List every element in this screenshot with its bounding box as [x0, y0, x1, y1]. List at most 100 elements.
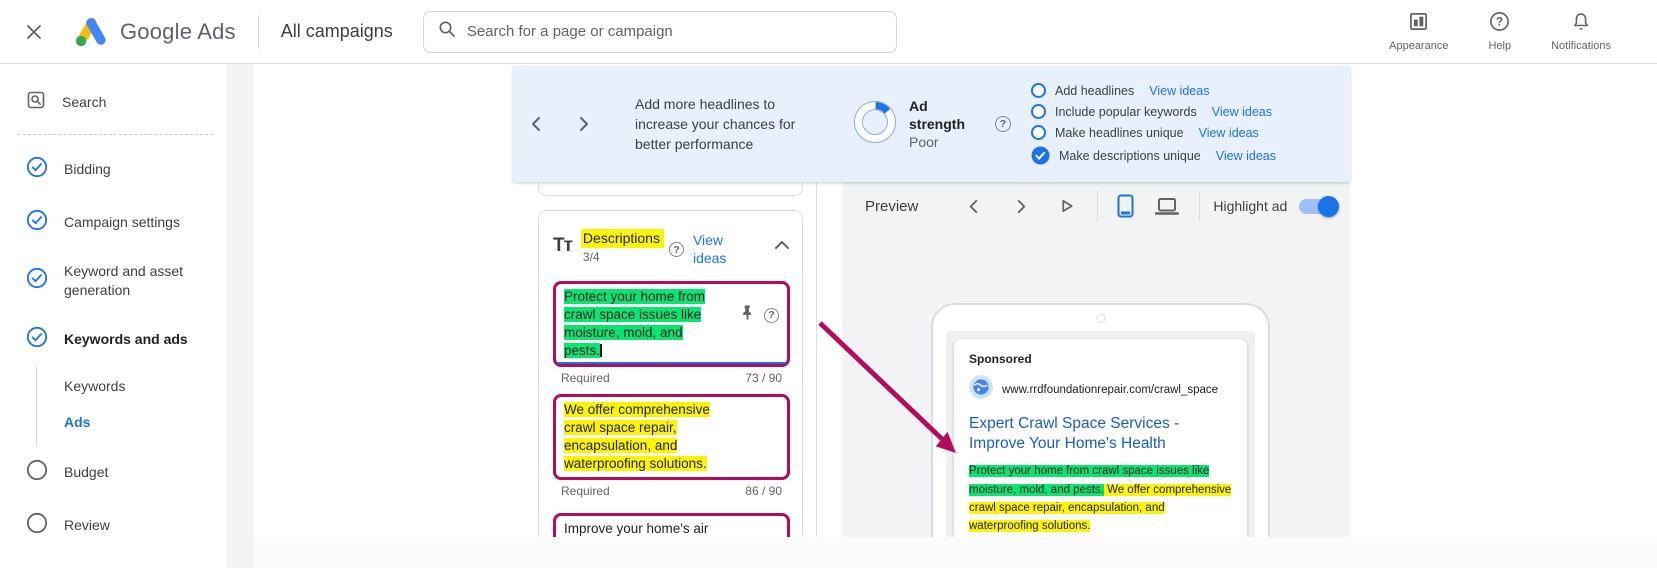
char-counter: 73 / 90	[745, 371, 782, 386]
view-ideas-link[interactable]: View ideas	[1199, 126, 1259, 140]
appearance-button[interactable]: Appearance	[1389, 11, 1448, 52]
sidebar-item-label: Campaign settings	[64, 214, 180, 231]
next-suggestion-icon[interactable]	[573, 113, 595, 135]
search-icon	[438, 20, 456, 43]
sidebar-item-keywords[interactable]: Keywords	[37, 368, 225, 404]
bell-icon	[1571, 11, 1591, 37]
help-button[interactable]: ? Help	[1488, 11, 1511, 52]
checklist-item-add-headlines: Add headlines View ideas	[1031, 83, 1276, 98]
banner-nav	[525, 113, 595, 135]
desktop-preview-icon[interactable]	[1155, 194, 1180, 218]
description-field-2[interactable]: We offer comprehensive crawl space repai…	[553, 394, 790, 480]
google-ads-app: Google Ads All campaigns Appearance ? He…	[0, 0, 1657, 568]
checked-circle-icon[interactable]	[1031, 146, 1050, 165]
sidebar-item-keywords-and-ads[interactable]: Keywords and ads	[0, 313, 225, 366]
descriptions-counter: 3/4	[582, 250, 600, 264]
ad-url-row: www.rrdfoundationrepair.com/crawl_space	[969, 375, 1232, 404]
topbar-actions: Appearance ? Help Notifications	[1389, 11, 1611, 52]
sidebar-item-ads[interactable]: Ads	[37, 404, 225, 440]
unchecked-circle-icon[interactable]	[1031, 83, 1046, 98]
sidebar-item-keyword-asset-generation[interactable]: Keyword and asset generation	[0, 249, 225, 313]
collapse-chevron-icon[interactable]	[774, 237, 790, 255]
checklist-item-make-headlines-unique: Make headlines unique View ideas	[1031, 125, 1276, 140]
phone-screen: Sponsored www.rrdfoundationrepair.com/cr…	[946, 331, 1255, 551]
checklist-label: Add headlines	[1055, 83, 1135, 98]
banner-message: Add more headlines to increase your chan…	[635, 95, 796, 153]
previous-suggestion-icon[interactable]	[525, 113, 547, 135]
page-search-icon	[26, 90, 46, 115]
search-input[interactable]	[466, 23, 882, 40]
svg-text:?: ?	[1496, 17, 1503, 29]
topbar-divider	[257, 14, 259, 49]
descriptions-help-icon[interactable]: ?	[668, 242, 684, 257]
sidebar-item-label: Budget	[64, 463, 109, 480]
phone-camera-icon	[1096, 314, 1105, 323]
highlight-ad-toggle[interactable]	[1299, 195, 1340, 217]
unchecked-circle-icon[interactable]	[1031, 125, 1046, 140]
view-ideas-link[interactable]: View ideas	[1216, 149, 1276, 163]
sidebar-item-review[interactable]: Review	[0, 499, 225, 552]
field-help-icon[interactable]: ?	[764, 307, 779, 323]
navigation-sidebar: Search Bidding Campaign settings Keyword…	[0, 64, 225, 568]
sidebar-divider	[18, 134, 213, 135]
mobile-preview-icon[interactable]	[1113, 194, 1137, 218]
sidebar-item-label: Search	[62, 94, 107, 111]
checklist-item-include-popular-keywords: Include popular keywords View ideas	[1031, 104, 1276, 119]
google-ads-logo-icon	[72, 15, 110, 49]
check-circle-icon	[26, 267, 48, 294]
ad-description: Protect your home from crawl space issue…	[969, 462, 1232, 536]
empty-circle-icon	[26, 459, 48, 486]
unchecked-circle-icon[interactable]	[1031, 104, 1046, 119]
play-preview-icon[interactable]	[1055, 194, 1079, 218]
preview-previous-icon[interactable]	[961, 194, 985, 218]
ad-preview-card: Sponsored www.rrdfoundationrepair.com/cr…	[954, 339, 1247, 550]
sidebar-item-label: Keywords and ads	[64, 330, 188, 347]
globe-icon	[969, 375, 993, 404]
sidebar-item-label: Bidding	[64, 161, 111, 178]
ad-strength-banner: Add more headlines to increase your chan…	[513, 66, 1350, 182]
notifications-label: Notifications	[1551, 40, 1611, 52]
view-ideas-link[interactable]: View ideas	[1212, 105, 1272, 119]
required-label: Required	[561, 484, 610, 498]
sidebar-item-search[interactable]: Search	[0, 64, 225, 126]
ad-strength-label: Ad strength	[909, 98, 965, 132]
ad-headline-link[interactable]: Expert Crawl Space Services - Improve Yo…	[969, 414, 1232, 454]
notifications-button[interactable]: Notifications	[1551, 11, 1611, 52]
header-divider	[1097, 191, 1099, 221]
required-label: Required	[561, 371, 610, 386]
check-circle-icon	[26, 209, 48, 236]
field-meta-2: Required 86 / 90	[553, 480, 790, 507]
sidebar-item-budget[interactable]: Budget	[0, 446, 225, 499]
descriptions-view-ideas-link[interactable]: View ideas	[693, 231, 741, 267]
check-circle-icon	[26, 156, 48, 183]
phone-mockup: Sponsored www.rrdfoundationrepair.com/cr…	[931, 303, 1270, 553]
checklist-label: Make descriptions unique	[1059, 148, 1201, 163]
appearance-icon	[1408, 11, 1429, 37]
sidebar-subnav: Keywords Ads	[36, 365, 225, 446]
ad-strength-help-icon[interactable]: ?	[995, 116, 1011, 132]
pin-icon[interactable]	[741, 304, 754, 326]
sidebar-item-bidding[interactable]: Bidding	[0, 143, 225, 196]
header-divider	[1199, 191, 1201, 221]
global-search[interactable]	[422, 10, 897, 53]
preview-next-icon[interactable]	[1009, 194, 1033, 218]
description-text-2: We offer comprehensive crawl space repai…	[564, 402, 710, 472]
toggle-knob	[1318, 195, 1340, 217]
preview-title: Preview	[865, 197, 919, 215]
description-field-1[interactable]: Protect your home from crawl space issue…	[553, 281, 790, 368]
checklist-label: Include popular keywords	[1055, 104, 1197, 119]
empty-circle-icon	[26, 512, 48, 539]
ad-strength-checklist: Add headlines View ideas Include popular…	[1031, 83, 1276, 165]
ad-strength-gauge-icon	[851, 98, 899, 151]
view-ideas-link[interactable]: View ideas	[1149, 84, 1209, 98]
ad-strength-indicator: Ad strength Poor ?	[851, 98, 1011, 151]
help-icon: ?	[1489, 11, 1510, 37]
top-bar: Google Ads All campaigns Appearance ? He…	[0, 0, 1657, 64]
sidebar-item-campaign-settings[interactable]: Campaign settings	[0, 196, 225, 249]
check-circle-icon	[26, 326, 48, 353]
descriptions-title: Descriptions	[580, 229, 664, 248]
close-icon[interactable]	[22, 20, 46, 44]
sponsored-label: Sponsored	[969, 352, 1032, 366]
appearance-label: Appearance	[1389, 40, 1449, 52]
text-asset-icon: Tт	[553, 235, 573, 256]
